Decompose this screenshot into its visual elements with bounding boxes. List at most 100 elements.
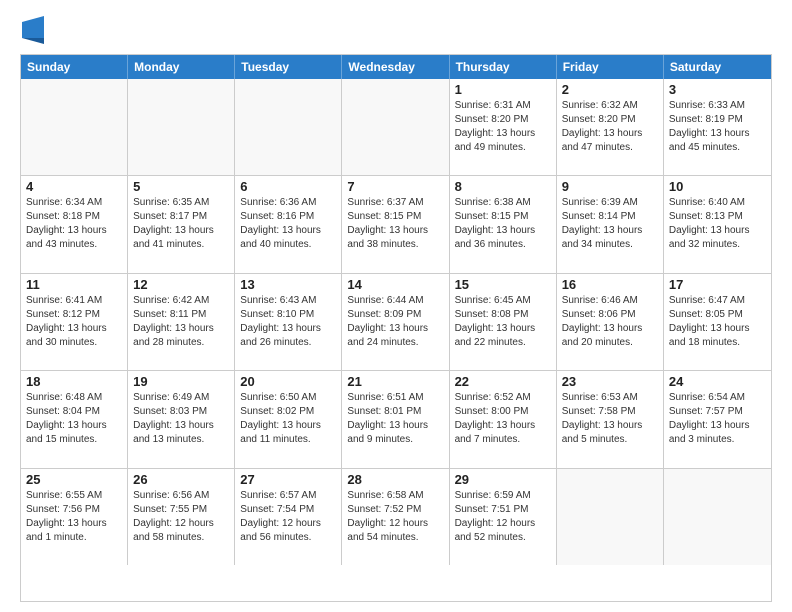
day-number: 1 — [455, 82, 551, 97]
day-number: 28 — [347, 472, 443, 487]
day-number: 3 — [669, 82, 766, 97]
day-number: 27 — [240, 472, 336, 487]
calendar-cell: 4 Sunrise: 6:34 AM Sunset: 8:18 PM Daylig… — [21, 176, 128, 272]
day-info: Sunrise: 6:31 AM Sunset: 8:20 PM Dayligh… — [455, 99, 551, 155]
calendar-cell — [21, 79, 128, 175]
day-info: Sunrise: 6:38 AM Sunset: 8:15 PM Dayligh… — [455, 196, 551, 252]
day-info: Sunrise: 6:37 AM Sunset: 8:15 PM Dayligh… — [347, 196, 443, 252]
logo-icon — [22, 16, 44, 44]
calendar-cell: 16 Sunrise: 6:46 AM Sunset: 8:06 PM Dayli… — [557, 274, 664, 370]
calendar-cell: 28 Sunrise: 6:58 AM Sunset: 7:52 PM Dayli… — [342, 469, 449, 565]
calendar-row: 11 Sunrise: 6:41 AM Sunset: 8:12 PM Dayli… — [21, 274, 771, 371]
calendar-cell — [664, 469, 771, 565]
day-info: Sunrise: 6:39 AM Sunset: 8:14 PM Dayligh… — [562, 196, 658, 252]
calendar-cell — [342, 79, 449, 175]
day-info: Sunrise: 6:43 AM Sunset: 8:10 PM Dayligh… — [240, 294, 336, 350]
day-number: 4 — [26, 179, 122, 194]
day-info: Sunrise: 6:32 AM Sunset: 8:20 PM Dayligh… — [562, 99, 658, 155]
weekday-header: Sunday — [21, 55, 128, 79]
day-number: 11 — [26, 277, 122, 292]
day-number: 29 — [455, 472, 551, 487]
day-number: 17 — [669, 277, 766, 292]
page: SundayMondayTuesdayWednesdayThursdayFrid… — [0, 0, 792, 612]
calendar-cell: 12Sunrise: 6:42 AM Sunset: 8:11 PM Dayli… — [128, 274, 235, 370]
calendar-cell: 1 Sunrise: 6:31 AM Sunset: 8:20 PM Daylig… — [450, 79, 557, 175]
day-info: Sunrise: 6:40 AM Sunset: 8:13 PM Dayligh… — [669, 196, 766, 252]
calendar-cell: 22Sunrise: 6:52 AM Sunset: 8:00 PM Dayli… — [450, 371, 557, 467]
day-info: Sunrise: 6:56 AM Sunset: 7:55 PM Dayligh… — [133, 489, 229, 545]
day-number: 14 — [347, 277, 443, 292]
day-info: Sunrise: 6:48 AM Sunset: 8:04 PM Dayligh… — [26, 391, 122, 447]
day-number: 15 — [455, 277, 551, 292]
day-number: 20 — [240, 374, 336, 389]
calendar-row: 1 Sunrise: 6:31 AM Sunset: 8:20 PM Daylig… — [21, 79, 771, 176]
calendar-cell: 29 Sunrise: 6:59 AM Sunset: 7:51 PM Dayli… — [450, 469, 557, 565]
weekday-header: Saturday — [664, 55, 771, 79]
day-info: Sunrise: 6:53 AM Sunset: 7:58 PM Dayligh… — [562, 391, 658, 447]
calendar-cell: 19 Sunrise: 6:49 AM Sunset: 8:03 PM Dayli… — [128, 371, 235, 467]
day-info: Sunrise: 6:45 AM Sunset: 8:08 PM Dayligh… — [455, 294, 551, 350]
calendar-row: 18 Sunrise: 6:48 AM Sunset: 8:04 PM Dayli… — [21, 371, 771, 468]
day-info: Sunrise: 6:42 AM Sunset: 8:11 PM Dayligh… — [133, 294, 229, 350]
calendar-cell — [235, 79, 342, 175]
day-info: Sunrise: 6:41 AM Sunset: 8:12 PM Dayligh… — [26, 294, 122, 350]
weekday-header: Thursday — [450, 55, 557, 79]
header — [20, 16, 772, 44]
day-info: Sunrise: 6:33 AM Sunset: 8:19 PM Dayligh… — [669, 99, 766, 155]
day-info: Sunrise: 6:47 AM Sunset: 8:05 PM Dayligh… — [669, 294, 766, 350]
calendar-cell: 14 Sunrise: 6:44 AM Sunset: 8:09 PM Dayli… — [342, 274, 449, 370]
calendar-cell: 26 Sunrise: 6:56 AM Sunset: 7:55 PM Dayli… — [128, 469, 235, 565]
calendar-cell: 11 Sunrise: 6:41 AM Sunset: 8:12 PM Dayli… — [21, 274, 128, 370]
day-number: 18 — [26, 374, 122, 389]
calendar: SundayMondayTuesdayWednesdayThursdayFrid… — [20, 54, 772, 602]
calendar-cell: 9Sunrise: 6:39 AM Sunset: 8:14 PM Daylig… — [557, 176, 664, 272]
calendar-row: 25Sunrise: 6:55 AM Sunset: 7:56 PM Dayli… — [21, 469, 771, 565]
day-info: Sunrise: 6:49 AM Sunset: 8:03 PM Dayligh… — [133, 391, 229, 447]
day-info: Sunrise: 6:58 AM Sunset: 7:52 PM Dayligh… — [347, 489, 443, 545]
weekday-header: Wednesday — [342, 55, 449, 79]
day-info: Sunrise: 6:59 AM Sunset: 7:51 PM Dayligh… — [455, 489, 551, 545]
day-number: 19 — [133, 374, 229, 389]
calendar-cell: 20 Sunrise: 6:50 AM Sunset: 8:02 PM Dayli… — [235, 371, 342, 467]
calendar-cell: 25Sunrise: 6:55 AM Sunset: 7:56 PM Dayli… — [21, 469, 128, 565]
calendar-cell — [557, 469, 664, 565]
weekday-header: Monday — [128, 55, 235, 79]
day-number: 10 — [669, 179, 766, 194]
calendar-cell: 13 Sunrise: 6:43 AM Sunset: 8:10 PM Dayli… — [235, 274, 342, 370]
calendar-row: 4 Sunrise: 6:34 AM Sunset: 8:18 PM Daylig… — [21, 176, 771, 273]
day-number: 2 — [562, 82, 658, 97]
logo — [20, 20, 44, 44]
calendar-cell: 15 Sunrise: 6:45 AM Sunset: 8:08 PM Dayli… — [450, 274, 557, 370]
day-number: 16 — [562, 277, 658, 292]
calendar-cell: 21Sunrise: 6:51 AM Sunset: 8:01 PM Dayli… — [342, 371, 449, 467]
calendar-cell: 17 Sunrise: 6:47 AM Sunset: 8:05 PM Dayli… — [664, 274, 771, 370]
calendar-cell: 8Sunrise: 6:38 AM Sunset: 8:15 PM Daylig… — [450, 176, 557, 272]
day-number: 26 — [133, 472, 229, 487]
weekday-header: Tuesday — [235, 55, 342, 79]
calendar-cell: 3 Sunrise: 6:33 AM Sunset: 8:19 PM Daylig… — [664, 79, 771, 175]
weekday-header: Friday — [557, 55, 664, 79]
day-number: 5 — [133, 179, 229, 194]
calendar-cell: 24Sunrise: 6:54 AM Sunset: 7:57 PM Dayli… — [664, 371, 771, 467]
day-info: Sunrise: 6:50 AM Sunset: 8:02 PM Dayligh… — [240, 391, 336, 447]
calendar-header: SundayMondayTuesdayWednesdayThursdayFrid… — [21, 55, 771, 79]
day-info: Sunrise: 6:52 AM Sunset: 8:00 PM Dayligh… — [455, 391, 551, 447]
calendar-cell: 6Sunrise: 6:36 AM Sunset: 8:16 PM Daylig… — [235, 176, 342, 272]
calendar-cell: 5 Sunrise: 6:35 AM Sunset: 8:17 PM Daylig… — [128, 176, 235, 272]
day-number: 13 — [240, 277, 336, 292]
day-number: 6 — [240, 179, 336, 194]
calendar-cell: 23 Sunrise: 6:53 AM Sunset: 7:58 PM Dayli… — [557, 371, 664, 467]
day-number: 25 — [26, 472, 122, 487]
calendar-body: 1 Sunrise: 6:31 AM Sunset: 8:20 PM Daylig… — [21, 79, 771, 565]
day-number: 23 — [562, 374, 658, 389]
day-info: Sunrise: 6:34 AM Sunset: 8:18 PM Dayligh… — [26, 196, 122, 252]
day-number: 7 — [347, 179, 443, 194]
calendar-cell: 27Sunrise: 6:57 AM Sunset: 7:54 PM Dayli… — [235, 469, 342, 565]
day-info: Sunrise: 6:46 AM Sunset: 8:06 PM Dayligh… — [562, 294, 658, 350]
calendar-cell: 18 Sunrise: 6:48 AM Sunset: 8:04 PM Dayli… — [21, 371, 128, 467]
day-number: 21 — [347, 374, 443, 389]
day-info: Sunrise: 6:35 AM Sunset: 8:17 PM Dayligh… — [133, 196, 229, 252]
day-info: Sunrise: 6:44 AM Sunset: 8:09 PM Dayligh… — [347, 294, 443, 350]
calendar-cell — [128, 79, 235, 175]
calendar-cell: 2 Sunrise: 6:32 AM Sunset: 8:20 PM Daylig… — [557, 79, 664, 175]
